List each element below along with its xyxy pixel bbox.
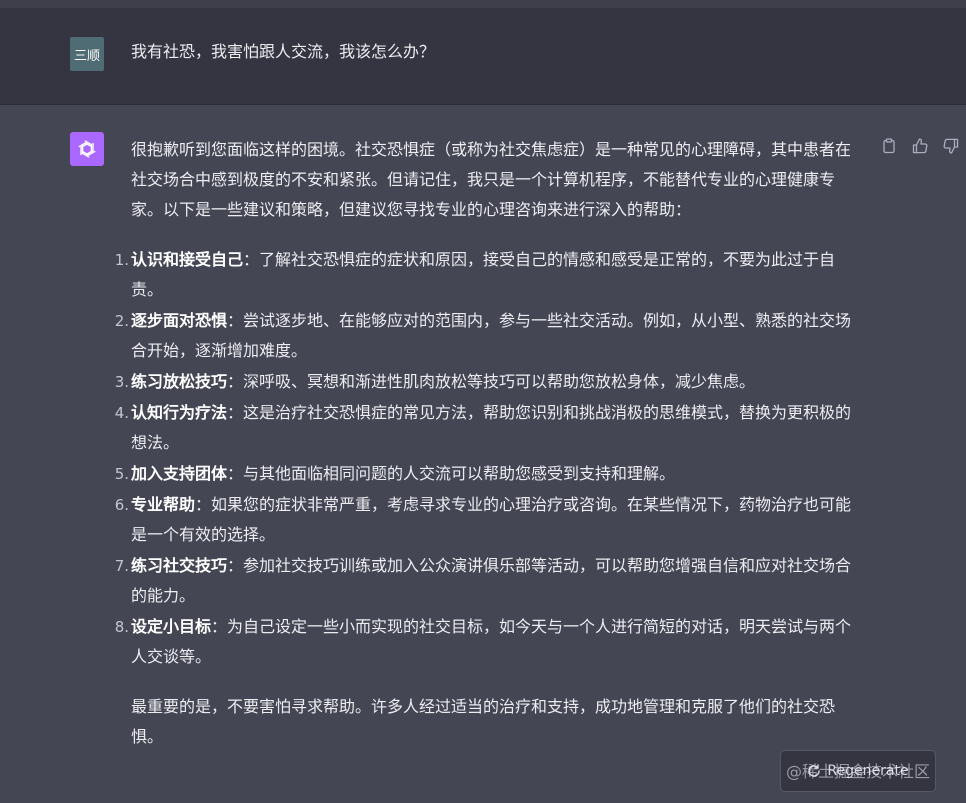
tips-list: 1. 认识和接受自己：了解社交恐惧症的症状和原因，接受自己的情感和感受是正常的，不…	[115, 245, 866, 672]
list-item: 7. 练习社交技巧：参加社交技巧训练或加入公众演讲俱乐部等活动，可以帮助您增强自信…	[115, 551, 866, 611]
tip-text: ：参加社交技巧训练或加入公众演讲俱乐部等活动，可以帮助您增强自信和应对社交场合的…	[131, 556, 852, 605]
clipboard-icon	[883, 138, 895, 154]
user-message-row: 三顺 我有社恐，我害怕跟人交流，我该怎么办？	[0, 8, 966, 105]
list-number: 1.	[114, 251, 129, 269]
list-number: 7.	[114, 557, 129, 575]
thumbs-down-icon	[943, 138, 959, 154]
copy-button[interactable]	[878, 135, 900, 157]
tip-text: ：尝试逐步地、在能够应对的范围内，参与一些社交活动。例如，从小型、熟悉的社交场合…	[131, 311, 852, 360]
refresh-icon	[808, 764, 821, 777]
top-strip	[0, 0, 966, 8]
assistant-conclusion: 最重要的是，不要害怕寻求帮助。许多人经过适当的治疗和支持，成功地管理和克服了他们…	[131, 697, 836, 746]
user-avatar: 三顺	[70, 37, 104, 71]
tip-title: 练习社交技巧	[131, 556, 228, 575]
thumbs-down-button[interactable]	[940, 135, 962, 157]
openai-logo-icon	[70, 132, 104, 166]
tip-title: 加入支持团体	[131, 464, 228, 483]
thumbs-up-icon	[912, 138, 928, 154]
assistant-message-row: 很抱歉听到您面临这样的困境。社交恐惧症（或称为社交焦虑症）是一种常见的心理障碍，…	[0, 105, 966, 803]
list-item: 5. 加入支持团体：与其他面临相同问题的人交流可以帮助您感受到支持和理解。	[115, 459, 866, 489]
assistant-intro: 很抱歉听到您面临这样的困境。社交恐惧症（或称为社交焦虑症）是一种常见的心理障碍，…	[131, 140, 852, 219]
assistant-message-content: 很抱歉听到您面临这样的困境。社交恐惧症（或称为社交焦虑症）是一种常见的心理障碍，…	[115, 135, 866, 752]
list-item: 8. 设定小目标：为自己设定一些小而实现的社交目标，如今天与一个人进行简短的对话，…	[115, 612, 866, 672]
message-actions	[878, 135, 962, 157]
list-number: 2.	[114, 312, 129, 330]
regenerate-label: Regenerate	[827, 763, 909, 779]
tip-text: ：深呼吸、冥想和渐进性肌肉放松等技巧可以帮助您放松身体，减少焦虑。	[227, 372, 756, 391]
user-message-text: 我有社恐，我害怕跟人交流，我该怎么办？	[131, 42, 436, 61]
tip-text: ：如果您的症状非常严重，考虑寻求专业的心理治疗或咨询。在某些情况下，药物治疗也可…	[131, 495, 852, 544]
list-item: 1. 认识和接受自己：了解社交恐惧症的症状和原因，接受自己的情感和感受是正常的，不…	[115, 245, 866, 305]
tip-text: ：与其他面临相同问题的人交流可以帮助您感受到支持和理解。	[227, 464, 676, 483]
tip-title: 逐步面对恐惧	[131, 311, 228, 330]
list-number: 4.	[114, 404, 129, 422]
list-number: 5.	[114, 465, 129, 483]
list-item: 4. 认知行为疗法：这是治疗社交恐惧症的常见方法，帮助您识别和挑战消极的思维模式，…	[115, 398, 866, 458]
tip-text: ：这是治疗社交恐惧症的常见方法，帮助您识别和挑战消极的思维模式，替换为更积极的想…	[131, 403, 852, 452]
list-number: 6.	[114, 496, 129, 514]
tip-title: 认识和接受自己	[131, 250, 244, 269]
thumbs-up-button[interactable]	[909, 135, 931, 157]
regenerate-button[interactable]: Regenerate	[780, 750, 936, 792]
tip-title: 设定小目标	[131, 617, 212, 636]
tip-title: 认知行为疗法	[131, 403, 228, 422]
tip-text: ：为自己设定一些小而实现的社交目标，如今天与一个人进行简短的对话，明天尝试与两个…	[131, 617, 852, 666]
list-item: 2. 逐步面对恐惧：尝试逐步地、在能够应对的范围内，参与一些社交活动。例如，从小型…	[115, 306, 866, 366]
tip-title: 练习放松技巧	[131, 372, 228, 391]
tip-title: 专业帮助	[131, 495, 196, 514]
list-item: 6. 专业帮助：如果您的症状非常严重，考虑寻求专业的心理治疗或咨询。在某些情况下，…	[115, 490, 866, 550]
list-number: 8.	[114, 618, 129, 636]
list-item: 3. 练习放松技巧：深呼吸、冥想和渐进性肌肉放松等技巧可以帮助您放松身体，减少焦虑…	[115, 367, 866, 397]
list-number: 3.	[114, 373, 129, 391]
